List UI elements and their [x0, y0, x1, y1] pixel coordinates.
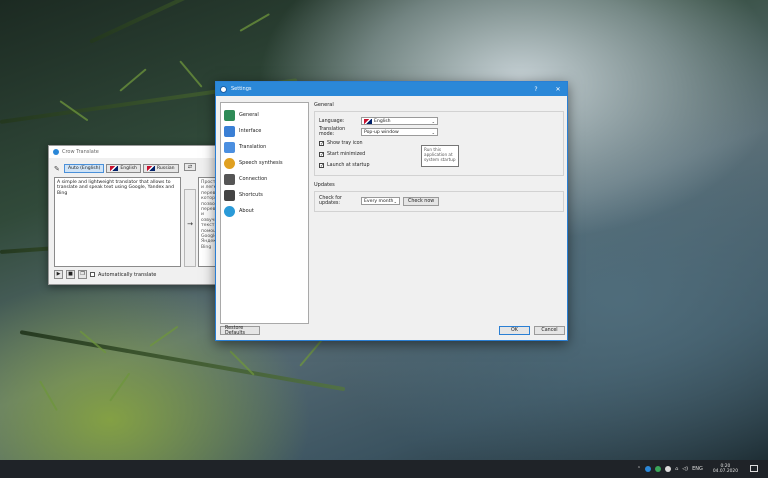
- chevron-down-icon: ⌄: [431, 118, 435, 124]
- updates-group-title: Updates: [314, 182, 335, 188]
- source-text-input[interactable]: A simple and lightweight translator that…: [54, 177, 181, 267]
- keyboard-icon: [224, 189, 235, 201]
- crow-tray-icon[interactable]: [645, 466, 652, 472]
- lang-button-english[interactable]: English: [106, 164, 141, 173]
- general-icon: [224, 109, 235, 121]
- translation-mode-select[interactable]: Pop-up window ⌄: [361, 128, 438, 136]
- nav-item-shortcuts[interactable]: Shortcuts: [221, 187, 308, 203]
- play-icon[interactable]: ▶: [54, 270, 63, 279]
- clock-date: 04.07.2020: [712, 469, 738, 474]
- check-now-button[interactable]: Check now: [403, 196, 440, 206]
- check-icon: ✓: [319, 140, 325, 147]
- check-icon: ✓: [319, 162, 325, 169]
- translation-icon: [224, 141, 235, 153]
- close-button[interactable]: ✕: [549, 86, 567, 93]
- settings-window: Settings ? ✕ General Interface Translati…: [215, 81, 568, 341]
- nav-item-speech-synthesis[interactable]: Speech synthesis: [221, 155, 308, 171]
- check-updates-label: Check for updates:: [319, 196, 342, 206]
- settings-titlebar[interactable]: Settings ? ✕: [216, 82, 567, 96]
- interface-icon: [224, 125, 235, 137]
- info-icon: [224, 205, 235, 217]
- translator-window: Crow Translate ✎ Auto (English) English …: [48, 145, 228, 285]
- language-label: Language:: [319, 118, 345, 124]
- crow-app-icon: [53, 149, 59, 155]
- taskbar: ⌃ ⌂ ◁) ENG 0:20 04.07.2020: [0, 460, 768, 478]
- check-icon: ✓: [319, 151, 325, 158]
- source-language-bar: ✎ Auto (English) English Russian: [54, 164, 179, 173]
- nav-item-translation[interactable]: Translation: [221, 139, 308, 155]
- chevron-down-icon: ⌄: [393, 198, 397, 204]
- help-button[interactable]: ?: [527, 86, 545, 93]
- updates-group: Check for updates: Every month ⌄ Check n…: [314, 191, 564, 212]
- general-group-title: General: [314, 102, 334, 108]
- translator-titlebar[interactable]: Crow Translate: [49, 146, 227, 158]
- uk-flag-icon: [364, 118, 372, 124]
- stop-icon[interactable]: ■: [66, 270, 75, 279]
- startup-tooltip: Run this application at system startup: [421, 145, 459, 167]
- translation-mode-label: Translation mode:: [319, 127, 346, 137]
- network-icon[interactable]: ⌂: [675, 466, 678, 472]
- lang-button-auto[interactable]: Auto (English): [64, 164, 105, 173]
- green-tray-icon[interactable]: [655, 466, 662, 472]
- language-indicator[interactable]: ENG: [692, 466, 703, 472]
- settings-footer: Restore Defaults OK Cancel: [220, 326, 565, 337]
- onedrive-icon[interactable]: [665, 466, 672, 472]
- nav-item-connection[interactable]: Connection: [221, 171, 308, 187]
- uk-flag-icon: [110, 166, 119, 171]
- translator-title: Crow Translate: [62, 149, 99, 155]
- volume-icon[interactable]: ◁): [682, 466, 688, 472]
- restore-defaults-button[interactable]: Restore Defaults: [220, 326, 260, 336]
- translate-arrow-icon[interactable]: →: [185, 220, 195, 228]
- nav-item-about[interactable]: About: [221, 203, 308, 219]
- translate-divider: →: [184, 189, 196, 267]
- nav-item-interface[interactable]: Interface: [221, 123, 308, 139]
- cancel-button[interactable]: Cancel: [534, 326, 565, 335]
- speech-icon: [224, 157, 235, 169]
- update-interval-select[interactable]: Every month ⌄: [361, 197, 400, 205]
- settings-nav: General Interface Translation Speech syn…: [220, 102, 309, 324]
- chevron-down-icon: ⌄: [431, 129, 435, 135]
- copy-icon[interactable]: ❐: [78, 270, 87, 279]
- language-select[interactable]: English ⌄: [361, 117, 438, 125]
- auto-translate-label: Automatically translate: [98, 271, 157, 278]
- flag-icon: [146, 166, 155, 171]
- nav-item-general[interactable]: General: [221, 107, 308, 123]
- connection-icon: [224, 173, 235, 185]
- edit-icon[interactable]: ✎: [54, 165, 62, 173]
- swap-languages-button[interactable]: ⇄: [184, 163, 196, 171]
- notifications-icon[interactable]: [750, 465, 758, 472]
- show-hidden-icons-icon[interactable]: ⌃: [637, 466, 641, 472]
- auto-translate-checkbox[interactable]: [90, 272, 95, 277]
- system-tray: ⌃ ⌂ ◁) ENG 0:20 04.07.2020: [637, 460, 738, 478]
- clock[interactable]: 0:20 04.07.2020: [713, 464, 738, 474]
- lang-button-russian[interactable]: Russian: [142, 164, 179, 173]
- ok-button[interactable]: OK: [499, 326, 530, 335]
- translator-bottom-bar: ▶ ■ ❐ Automatically translate: [54, 270, 156, 279]
- crow-app-icon: [220, 85, 227, 93]
- settings-title: Settings: [231, 86, 252, 92]
